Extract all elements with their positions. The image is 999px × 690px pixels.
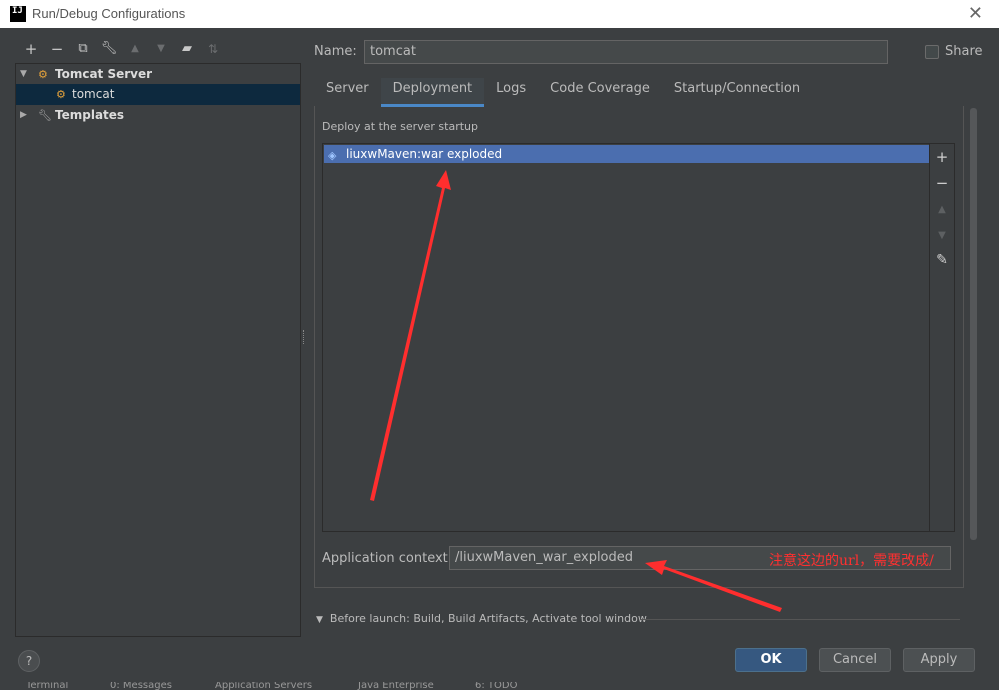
move-down-icon[interactable]: ▼ xyxy=(930,230,954,241)
splitter-handle[interactable] xyxy=(303,330,306,344)
statusbar-item-todo[interactable]: 6: TODO xyxy=(475,682,517,690)
deploy-list[interactable]: ◈ liuxwMaven:war exploded xyxy=(322,143,930,532)
tree-item-tomcat[interactable]: ⚙ tomcat xyxy=(16,84,300,105)
statusbar-item-java-enterprise[interactable]: Java Enterprise xyxy=(358,682,434,690)
apply-button[interactable]: Apply xyxy=(903,648,975,672)
tree-item-tomcat-server[interactable]: ▼ ⚙ Tomcat Server xyxy=(16,64,300,85)
statusbar-item-messages[interactable]: 0: Messages xyxy=(110,682,172,690)
folder-icon[interactable]: ▰ xyxy=(174,38,200,60)
config-toolbar: + − ⧉ 🔧︎ ▲ ▼ ▰ ⇅ xyxy=(18,38,226,60)
before-launch[interactable]: ▼ Before launch: Build, Build Artifacts, … xyxy=(316,612,647,625)
add-icon[interactable]: + xyxy=(18,38,44,60)
expand-arrow-icon[interactable]: ▼ xyxy=(20,64,27,85)
deploy-list-toolbar: + − ▲ ▼ ✎ xyxy=(930,143,955,532)
share-checkbox[interactable]: Share xyxy=(925,44,983,59)
tab-logs[interactable]: Logs xyxy=(484,78,538,104)
tree-label: Tomcat Server xyxy=(55,67,153,81)
cancel-button[interactable]: Cancel xyxy=(819,648,891,672)
remove-icon[interactable]: − xyxy=(930,174,954,192)
sort-icon[interactable]: ⇅ xyxy=(200,38,226,60)
expand-arrow-icon[interactable]: ▼ xyxy=(316,615,323,625)
name-label: Name: xyxy=(314,44,357,59)
tab-bar: Server Deployment Logs Code Coverage Sta… xyxy=(314,78,812,107)
tab-deployment[interactable]: Deployment xyxy=(380,78,485,107)
remove-icon[interactable]: − xyxy=(44,38,70,60)
statusbar-item-app-servers[interactable]: Application Servers xyxy=(215,682,312,690)
move-up-icon[interactable]: ▲ xyxy=(930,204,954,215)
title-bar: IJ Run/Debug Configurations ✕ xyxy=(0,0,999,28)
divider xyxy=(640,619,960,620)
artifact-icon: ◈ xyxy=(328,149,337,162)
deploy-section-label: Deploy at the server startup xyxy=(322,120,479,133)
tab-startup-connection[interactable]: Startup/Connection xyxy=(662,78,812,104)
tab-server[interactable]: Server xyxy=(314,78,381,104)
status-bar: Terminal 0: Messages Application Servers… xyxy=(0,682,999,690)
statusbar-item-terminal[interactable]: Terminal xyxy=(26,682,68,690)
share-label: Share xyxy=(945,44,983,59)
move-up-icon[interactable]: ▲ xyxy=(122,38,148,60)
app-context-label: Application context: xyxy=(322,551,453,566)
intellij-logo-icon: IJ xyxy=(10,6,26,22)
scrollbar[interactable] xyxy=(970,108,977,540)
tree-label: tomcat xyxy=(72,87,115,101)
window-title: Run/Debug Configurations xyxy=(32,6,186,21)
ok-button[interactable]: OK xyxy=(735,648,807,672)
config-tree: ▼ ⚙ Tomcat Server ⚙ tomcat ▶ 🔧︎ Template… xyxy=(15,63,301,637)
collapse-arrow-icon[interactable]: ▶ xyxy=(20,105,27,126)
annotation-text: 注意这边的url，需要改成/ xyxy=(769,553,934,569)
tree-item-templates[interactable]: ▶ 🔧︎ Templates xyxy=(16,105,300,126)
tree-label: Templates xyxy=(55,108,125,122)
list-item[interactable]: ◈ liuxwMaven:war exploded xyxy=(324,145,929,163)
move-down-icon[interactable]: ▼ xyxy=(148,38,174,60)
name-input[interactable]: tomcat xyxy=(364,40,888,64)
edit-icon[interactable]: ✎ xyxy=(930,252,954,268)
wrench-icon[interactable]: 🔧︎ xyxy=(96,38,122,60)
help-button[interactable]: ? xyxy=(18,650,40,672)
close-icon[interactable]: ✕ xyxy=(968,3,983,24)
tab-code-coverage[interactable]: Code Coverage xyxy=(538,78,662,104)
tomcat-icon: ⚙ xyxy=(56,88,66,101)
copy-icon[interactable]: ⧉ xyxy=(70,38,96,60)
wrench-icon: 🔧︎ xyxy=(38,109,52,122)
tomcat-icon: ⚙ xyxy=(38,68,48,81)
before-launch-label: Before launch: Build, Build Artifacts, A… xyxy=(329,612,647,625)
checkbox-icon[interactable] xyxy=(925,44,939,59)
artifact-label: liuxwMaven:war exploded xyxy=(346,147,503,161)
add-icon[interactable]: + xyxy=(930,148,954,166)
